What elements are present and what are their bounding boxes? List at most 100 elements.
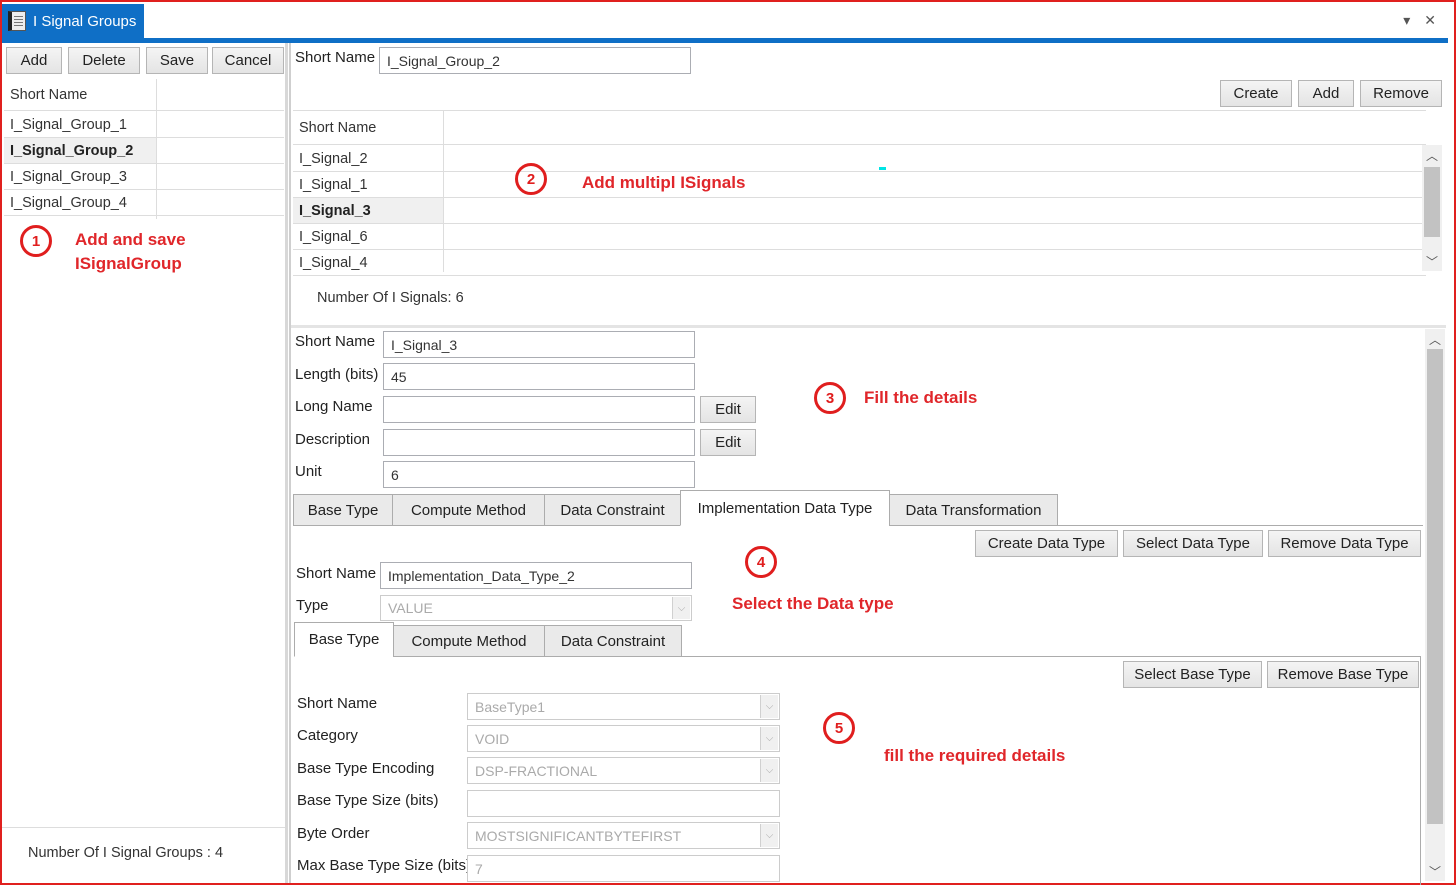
add-button[interactable]: Add [6,47,62,74]
row-short-name: I_Signal_Group_3 [10,168,127,185]
table-row[interactable]: I_Signal_Group_2 [4,138,284,164]
grid-header: Short Name [293,111,1426,145]
splitter[interactable] [291,325,1446,328]
detail-scrollbar[interactable]: ︿ ﹀ [1425,329,1445,881]
short-name-label: Short Name [295,49,376,66]
impl-short-name-input[interactable]: Implementation_Data_Type_2 [380,562,692,589]
annotation-marker-5: 5 [823,712,855,744]
title-bar: I Signal Groups ▾ ✕ [2,2,1448,38]
byte-order-combobox[interactable]: MOSTSIGNIFICANTBYTEFIRST ⌵ [467,822,780,849]
table-row[interactable]: I_Signal_4 [293,250,1426,276]
base-size-input[interactable] [467,790,780,817]
scroll-down-icon[interactable]: ﹀ [1425,861,1445,881]
cancel-button[interactable]: Cancel [212,47,284,74]
scroll-up-icon[interactable]: ︿ [1425,329,1445,349]
tab-data-transformation[interactable]: Data Transformation [889,494,1058,526]
tab-compute-method[interactable]: Compute Method [392,494,545,526]
table-row[interactable]: I_Signal_6 [293,224,1426,250]
dropdown-menu-icon[interactable]: ▾ [1403,12,1410,29]
annotation-text-4: Select the Data type [732,594,894,613]
annotation-marker-3: 3 [814,382,846,414]
inner-tab-data-constraint[interactable]: Data Constraint [544,625,682,657]
long-name-input[interactable] [383,396,695,423]
create-data-type-button[interactable]: Create Data Type [975,530,1118,557]
annotation-text-1: Add and save ISignalGroup [75,230,186,273]
combo-value: VOID [475,730,510,747]
max-size-input[interactable]: 7 [467,855,780,882]
table-row[interactable]: I_Signal_1 [293,172,1426,198]
chevron-down-icon[interactable]: ⌵ [760,824,778,847]
select-data-type-button[interactable]: Select Data Type [1123,530,1263,557]
row-short-name: I_Signal_2 [299,150,368,167]
table-row[interactable]: I_Signal_3 [293,198,1426,224]
select-base-type-button[interactable]: Select Base Type [1123,661,1262,688]
scroll-down-icon[interactable]: ﹀ [1422,251,1442,271]
vertical-splitter[interactable] [289,43,291,883]
inner-tab-base-type[interactable]: Base Type [294,622,394,657]
tab-data-constraint[interactable]: Data Constraint [544,494,681,526]
annotation-marker-1: 1 [20,225,52,257]
combo-value: MOSTSIGNIFICANTBYTEFIRST [475,827,682,844]
inner-tab-compute-method[interactable]: Compute Method [393,625,545,657]
chevron-down-icon[interactable]: ⌵ [760,727,778,750]
annotation-marker-2: 2 [515,163,547,195]
create-button[interactable]: Create [1220,80,1292,107]
remove-data-type-button[interactable]: Remove Data Type [1268,530,1421,557]
encoding-combobox[interactable]: DSP-FRACTIONAL ⌵ [467,757,780,784]
table-row[interactable]: I_Signal_Group_3 [4,164,284,190]
table-row[interactable]: I_Signal_Group_4 [4,190,284,216]
annotation-marker-4: 4 [745,546,777,578]
type-label: Type [296,597,329,614]
signal-short-name-label: Short Name [295,333,376,350]
type-combobox[interactable]: VALUE ⌵ [380,595,692,621]
row-short-name: I_Signal_Group_1 [10,116,127,133]
add-signal-button[interactable]: Add [1298,80,1354,107]
unit-input[interactable]: 6 [383,461,695,488]
row-short-name: I_Signal_3 [293,198,443,223]
table-row[interactable]: I_Signal_2 [293,146,1426,172]
close-icon[interactable]: ✕ [1424,12,1436,29]
row-short-name: I_Signal_Group_4 [10,194,127,211]
chevron-down-icon[interactable]: ⌵ [672,597,690,619]
signal-short-name-input[interactable]: I_Signal_3 [383,331,695,358]
column-header-short-name[interactable]: Short Name [293,111,443,144]
group-count-label: Number Of I Signal Groups : 4 [28,845,224,861]
group-short-name-input[interactable]: I_Signal_Group_2 [379,47,691,74]
row-short-name: I_Signal_Group_2 [4,138,156,163]
byte-order-label: Byte Order [297,825,370,842]
divider [2,827,285,828]
chevron-down-icon[interactable]: ⌵ [760,695,778,718]
delete-button[interactable]: Delete [68,47,140,74]
scroll-thumb[interactable] [1424,167,1440,237]
long-name-edit-button[interactable]: Edit [700,396,756,423]
unit-label: Unit [295,463,322,480]
group-grid: Short Name I_Signal_Group_1 I_Signal_Gro… [4,79,284,219]
encoding-label: Base Type Encoding [297,760,435,777]
max-size-label: Max Base Type Size (bits) [297,857,471,874]
description-edit-button[interactable]: Edit [700,429,756,456]
type-value: VALUE [388,600,433,616]
category-combobox[interactable]: VOID ⌵ [467,725,780,752]
tab-base-type[interactable]: Base Type [293,494,393,526]
tab-implementation-data-type[interactable]: Implementation Data Type [680,490,890,526]
row-short-name: I_Signal_4 [299,254,368,271]
scroll-up-icon[interactable]: ︿ [1422,145,1442,165]
grid-header: Short Name [4,79,284,111]
scroll-thumb[interactable] [1427,349,1443,824]
combo-value: DSP-FRACTIONAL [475,762,598,779]
description-label: Description [295,431,371,448]
chevron-down-icon[interactable]: ⌵ [760,759,778,782]
remove-signal-button[interactable]: Remove [1360,80,1442,107]
save-button[interactable]: Save [146,47,208,74]
length-input[interactable]: 45 [383,363,695,390]
remove-base-type-button[interactable]: Remove Base Type [1267,661,1419,688]
table-row[interactable]: I_Signal_Group_1 [4,112,284,138]
combo-value: BaseType1 [475,698,546,715]
column-header-short-name[interactable]: Short Name [4,79,156,110]
description-input[interactable] [383,429,695,456]
base-short-name-combobox[interactable]: BaseType1 ⌵ [467,693,780,720]
annotation-text-5: fill the required details [884,746,1066,765]
window-title: I Signal Groups [33,12,137,30]
signal-grid-scrollbar[interactable]: ︿ ﹀ [1422,145,1442,271]
window-tab[interactable]: I Signal Groups [2,4,144,38]
